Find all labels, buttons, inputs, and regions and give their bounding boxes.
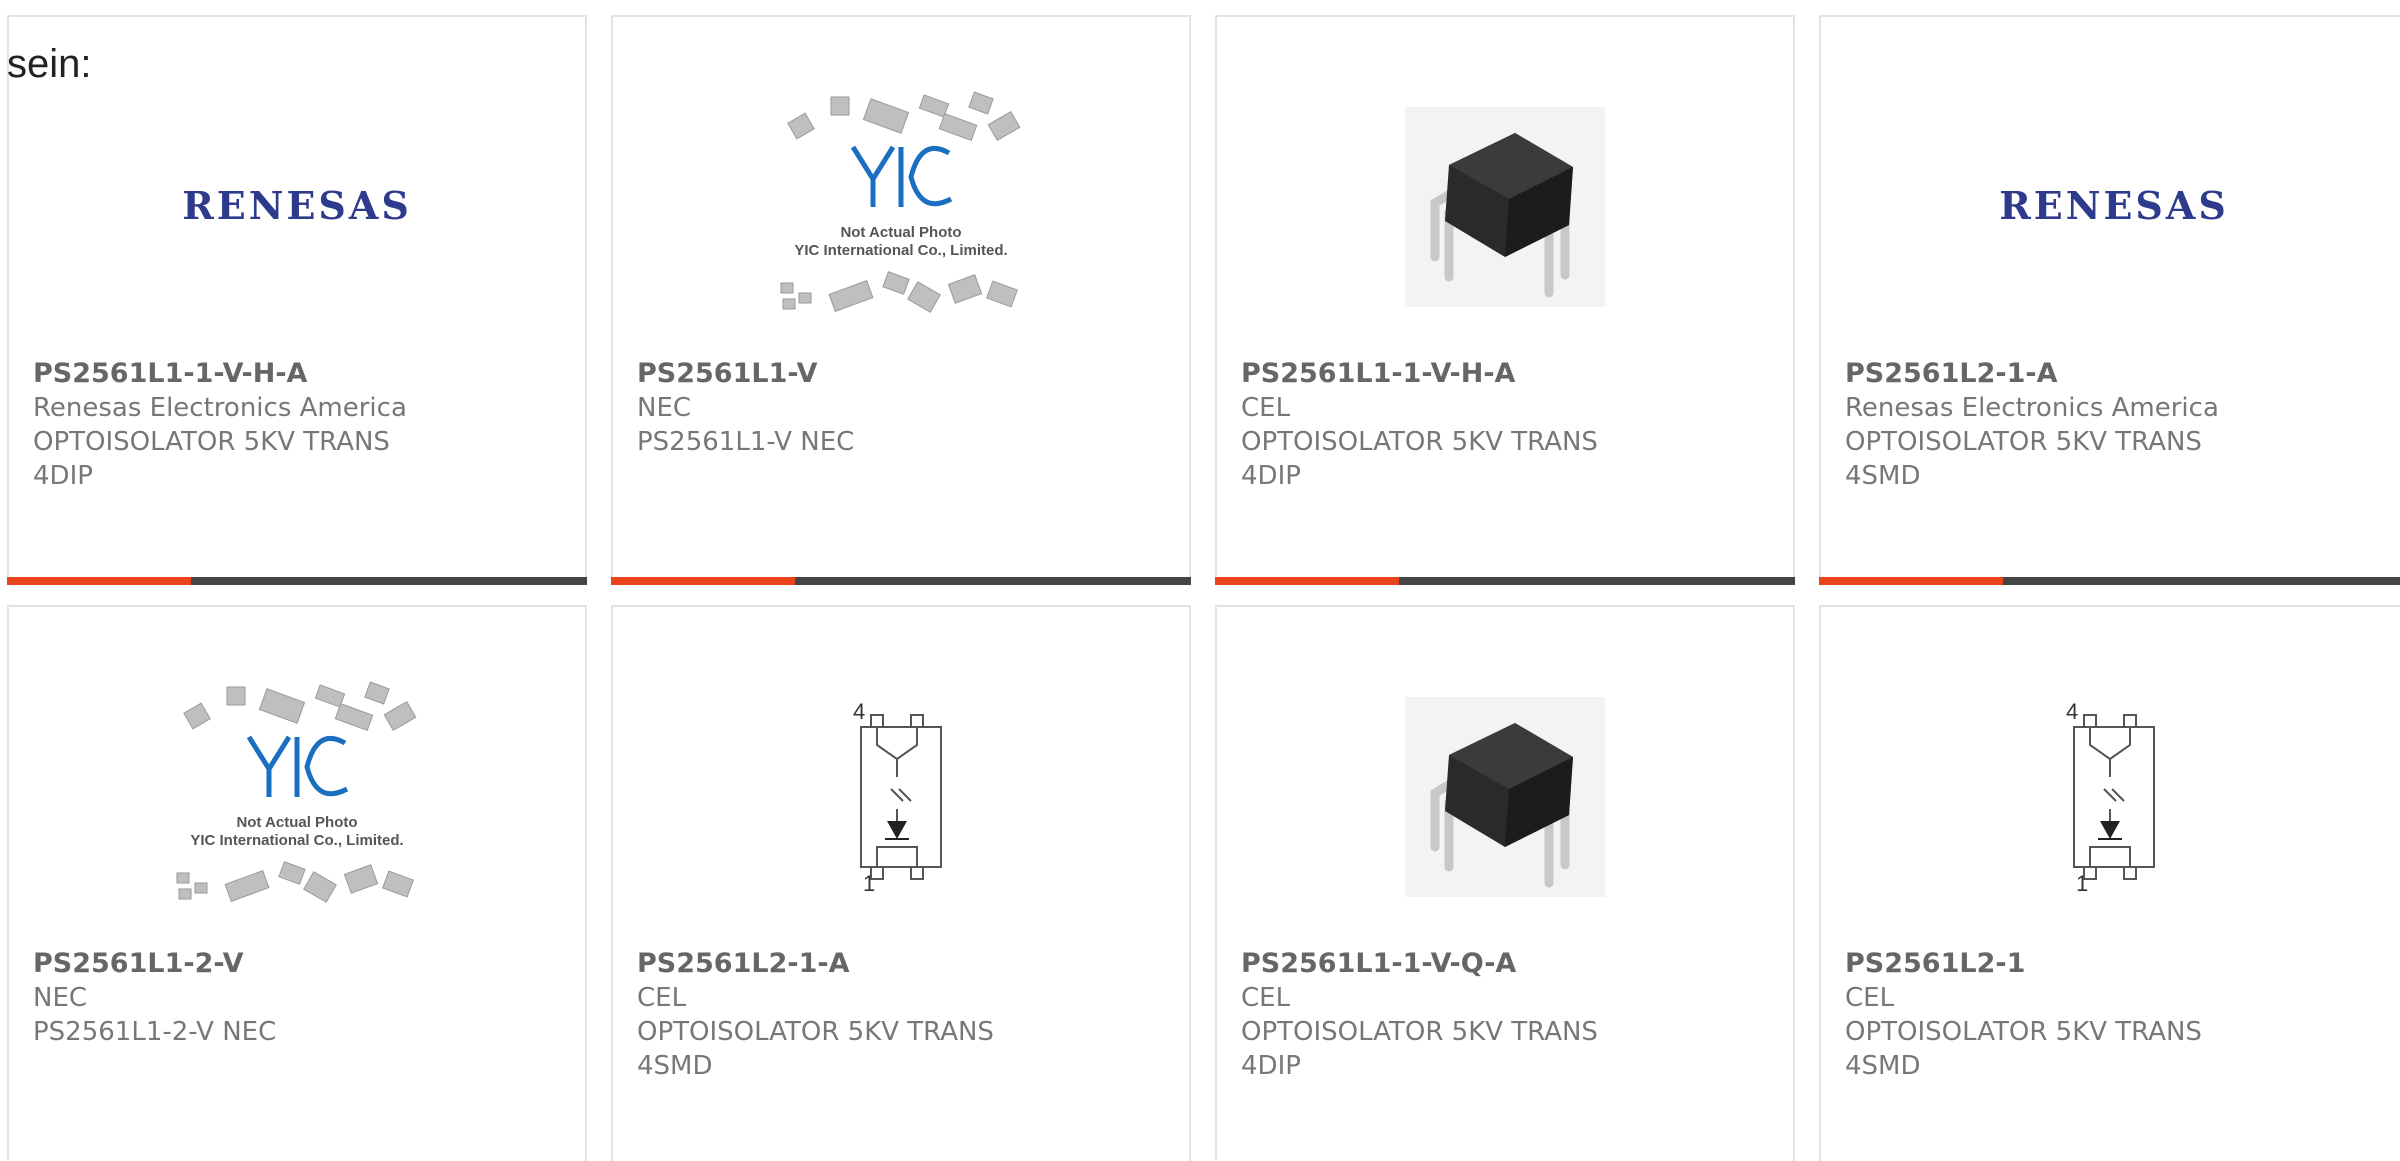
svg-text:RENESAS: RENESAS <box>1999 183 2229 228</box>
manufacturer: NEC <box>637 393 692 423</box>
svg-text:YIC International Co., Limited: YIC International Co., Limited. <box>794 242 1007 259</box>
product-image[interactable]: 4 1 <box>1821 647 2400 947</box>
product-card[interactable]: RENESAS PS2561L2-1-A Renesas Electronics… <box>1819 15 2400 585</box>
manufacturer: CEL <box>637 983 687 1013</box>
product-card[interactable]: PS2561L1-1-V-Q-A CEL OPTOISOLATOR 5KV TR… <box>1215 605 1795 1161</box>
renesas-logo-icon: RENESAS <box>1999 183 2229 228</box>
description: OPTOISOLATOR 5KV TRANS 4SMD <box>1845 1017 2202 1081</box>
card-bottom-bar <box>7 577 587 585</box>
product-grid: RENESAS PS2561L1-1-V-H-A Renesas Electro… <box>0 0 2400 1161</box>
description: PS2561L1-V NEC <box>637 427 855 457</box>
part-number[interactable]: PS2561L2-1-A <box>1845 357 2383 391</box>
part-number[interactable]: PS2561L1-1-V-H-A <box>1241 357 1769 391</box>
part-number[interactable]: PS2561L1-1-V-H-A <box>33 357 561 391</box>
product-card[interactable]: PS2561L1-1-V-H-A CEL OPTOISOLATOR 5KV TR… <box>1215 15 1795 585</box>
part-number[interactable]: PS2561L1-V <box>637 357 1165 391</box>
description: OPTOISOLATOR 5KV TRANS 4SMD <box>1845 427 2202 491</box>
product-card[interactable]: 4 1 <box>1819 605 2400 1161</box>
product-image[interactable]: RENESAS <box>1821 57 2400 357</box>
optocoupler-schematic-icon: 4 1 <box>853 699 942 896</box>
product-card[interactable]: Not Actual Photo YIC International Co., … <box>7 605 587 1161</box>
renesas-logo-icon: RENESAS <box>182 183 412 228</box>
manufacturer: CEL <box>1241 393 1291 423</box>
part-number[interactable]: PS2561L1-2-V <box>33 947 561 981</box>
description: OPTOISOLATOR 5KV TRANS 4DIP <box>1241 1017 1598 1081</box>
product-image[interactable] <box>1217 57 1793 357</box>
svg-text:4: 4 <box>853 699 865 724</box>
svg-text:Not Actual Photo: Not Actual Photo <box>840 224 961 241</box>
product-image[interactable] <box>1217 647 1793 947</box>
manufacturer: Renesas Electronics America <box>33 393 407 423</box>
product-card[interactable]: Not Actual Photo YIC International Co., … <box>611 15 1191 585</box>
description: PS2561L1-2-V NEC <box>33 1017 277 1047</box>
part-number[interactable]: PS2561L1-1-V-Q-A <box>1241 947 1769 981</box>
product-image[interactable]: 4 1 <box>613 647 1189 947</box>
svg-text:1: 1 <box>863 871 875 896</box>
svg-text:4: 4 <box>2066 699 2078 724</box>
product-card[interactable]: 4 1 <box>611 605 1191 1161</box>
description: OPTOISOLATOR 5KV TRANS 4SMD <box>637 1017 994 1081</box>
product-image[interactable]: Not Actual Photo YIC International Co., … <box>9 647 585 947</box>
product-image[interactable]: RENESAS <box>9 57 585 357</box>
description: OPTOISOLATOR 5KV TRANS 4DIP <box>33 427 390 491</box>
intro-text: sein: <box>7 42 92 86</box>
svg-text:YIC International Co., Limited: YIC International Co., Limited. <box>190 832 403 849</box>
product-card[interactable]: RENESAS PS2561L1-1-V-H-A Renesas Electro… <box>7 15 587 585</box>
svg-text:RENESAS: RENESAS <box>182 183 412 228</box>
svg-text:Not Actual Photo: Not Actual Photo <box>236 814 357 831</box>
manufacturer: CEL <box>1845 983 1895 1013</box>
part-number[interactable]: PS2561L2-1 <box>1845 947 2383 981</box>
dip-package-icon <box>1405 697 1605 897</box>
card-bottom-bar <box>611 577 1191 585</box>
description: OPTOISOLATOR 5KV TRANS 4DIP <box>1241 427 1598 491</box>
part-number[interactable]: PS2561L2-1-A <box>637 947 1165 981</box>
optocoupler-schematic-icon: 4 1 <box>2066 699 2155 896</box>
manufacturer: Renesas Electronics America <box>1845 393 2219 423</box>
card-bottom-bar <box>1819 577 2400 585</box>
dip-package-icon <box>1405 107 1605 307</box>
yic-placeholder-icon: Not Actual Photo YIC International Co., … <box>176 681 417 903</box>
svg-text:1: 1 <box>2076 871 2088 896</box>
product-image[interactable]: Not Actual Photo YIC International Co., … <box>613 57 1189 357</box>
card-bottom-bar <box>1215 577 1795 585</box>
manufacturer: CEL <box>1241 983 1291 1013</box>
manufacturer: NEC <box>33 983 88 1013</box>
yic-placeholder-icon: Not Actual Photo YIC International Co., … <box>780 91 1021 313</box>
